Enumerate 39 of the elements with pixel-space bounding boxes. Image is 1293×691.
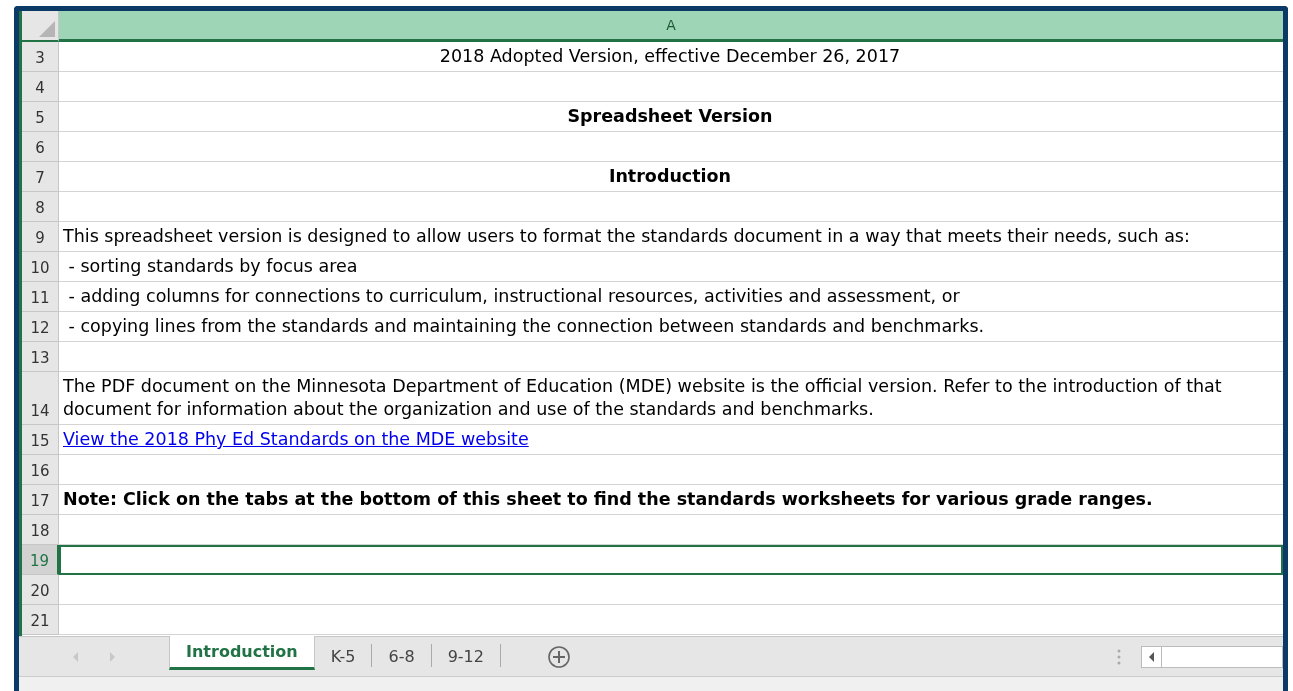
row-number[interactable]: 14 xyxy=(22,372,59,425)
triangle-icon xyxy=(39,21,55,37)
horizontal-scrollbar[interactable] xyxy=(1141,645,1283,668)
row-number[interactable]: 9 xyxy=(22,222,59,252)
row-number[interactable]: 20 xyxy=(22,575,59,605)
table-cell: Introduction xyxy=(59,162,1283,192)
sheet-tab[interactable]: 9-12 xyxy=(431,637,500,676)
left-arrow-icon xyxy=(1148,651,1155,662)
table-cell: The PDF document on the Minnesota Department of Education (MDE) website is the official version. Refer to the introduction of that document for information about the organization and use of the standards and benchmarks. xyxy=(59,372,1283,425)
row-number[interactable]: 6 xyxy=(22,132,59,162)
table-cell: - adding columns for connections to curriculum, instructional resources, activities and assessment, or xyxy=(59,282,1283,312)
row-number[interactable]: 17 xyxy=(22,485,59,515)
row-number[interactable]: 7 xyxy=(22,162,59,192)
row-number[interactable]: 18 xyxy=(22,515,59,545)
row-number[interactable]: 8 xyxy=(22,192,59,222)
table-cell: - sorting standards by focus area xyxy=(59,252,1283,282)
row-number[interactable]: 10 xyxy=(22,252,59,282)
sheet-tab[interactable]: Introduction xyxy=(169,636,315,670)
sheet-tab[interactable]: 6-8 xyxy=(372,637,431,676)
row-number[interactable]: 21 xyxy=(22,605,59,635)
column-header[interactable]: A xyxy=(59,11,1283,42)
row-number[interactable]: 19 xyxy=(22,545,59,575)
row-number[interactable]: 15 xyxy=(22,425,59,455)
row-number[interactable]: 12 xyxy=(22,312,59,342)
row-number[interactable]: 16 xyxy=(22,455,59,485)
table-cell: - copying lines from the standards and maintaining the connection between standards and benchmarks. xyxy=(59,312,1283,342)
sheet-tab[interactable]: K-5 xyxy=(314,637,372,676)
table-cell: 2018 Adopted Version, effective December 26, 2017 xyxy=(59,42,1283,72)
select-all-button[interactable] xyxy=(22,11,59,42)
row-number[interactable]: 5 xyxy=(22,102,59,132)
table-cell: Note: Click on the tabs at the bottom of this sheet to find the standards worksheets for various grade ranges. xyxy=(59,485,1283,515)
dots-icon xyxy=(1117,648,1121,665)
row-number[interactable]: 3 xyxy=(22,42,59,72)
website-link[interactable]: View the 2018 Phy Ed Standards on the MDE website xyxy=(63,428,529,451)
row-number[interactable]: 13 xyxy=(22,342,59,372)
row-number[interactable]: 11 xyxy=(22,282,59,312)
row-number[interactable]: 4 xyxy=(22,72,59,102)
table-cell: This spreadsheet version is designed to allow users to format the standards document in a way that meets their needs, such as: xyxy=(59,222,1283,252)
table-cell: Spreadsheet Version xyxy=(59,102,1283,132)
